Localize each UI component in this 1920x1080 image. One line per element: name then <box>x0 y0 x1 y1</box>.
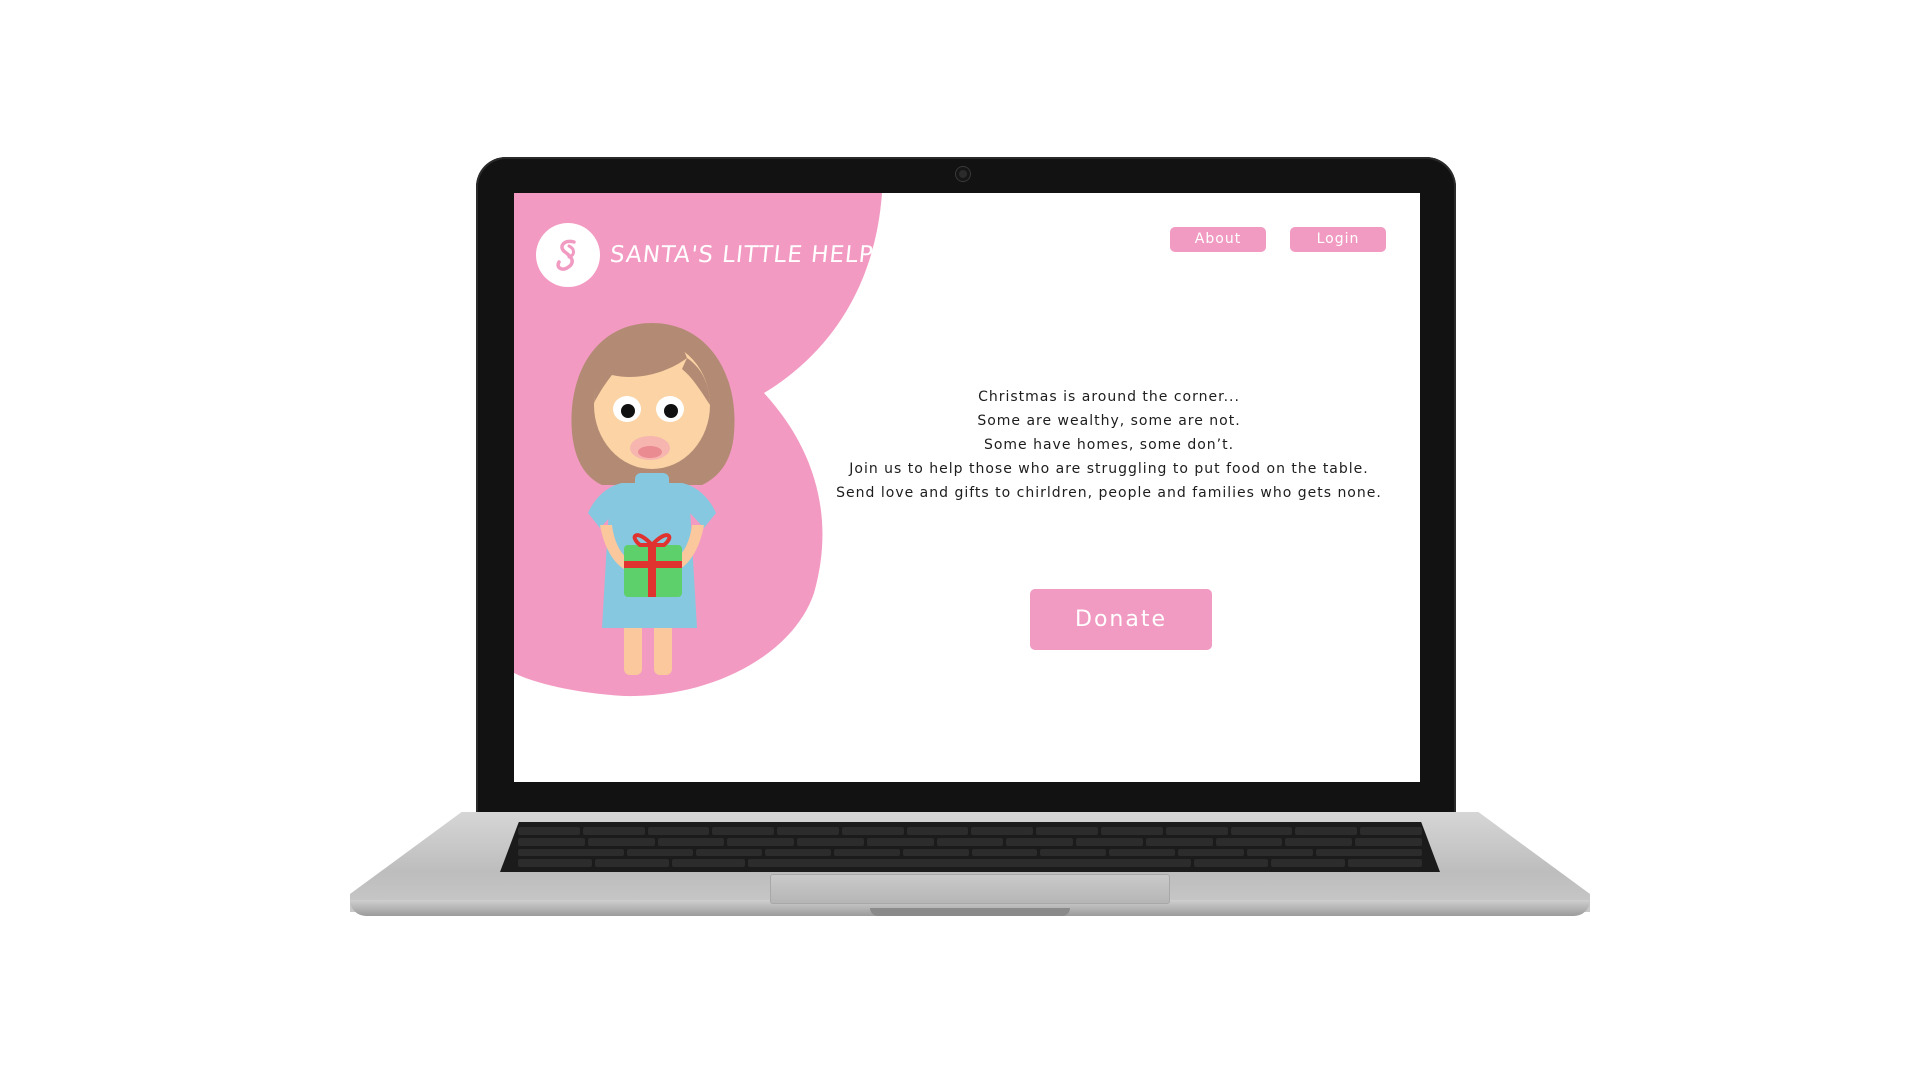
keyboard-row <box>518 848 1422 857</box>
trackpad <box>770 874 1170 904</box>
girl-with-gift-illustration <box>571 323 735 675</box>
santa-helper-logo-icon <box>536 223 600 287</box>
laptop-front-notch <box>870 908 1070 916</box>
webcam <box>956 167 970 181</box>
message-line: Christmas is around the corner... <box>978 389 1240 405</box>
laptop-screen: SANTA'S LITTLE HELPER About Login Christ… <box>514 193 1420 782</box>
top-nav: About Login <box>1170 227 1386 252</box>
message-line: Some have homes, some don’t. <box>983 437 1235 453</box>
donate-button[interactable]: Donate <box>1030 589 1212 650</box>
laptop-base <box>350 812 1590 920</box>
brand[interactable]: SANTA'S LITTLE HELPER <box>536 223 908 287</box>
message-line: Join us to help those who are struggling… <box>849 461 1369 477</box>
login-button[interactable]: Login <box>1290 227 1386 252</box>
about-button[interactable]: About <box>1170 227 1266 252</box>
message-line: Some are wealthy, some are not. <box>977 413 1241 429</box>
keyboard <box>500 822 1440 872</box>
keyboard-row <box>518 859 1422 867</box>
keyboard-row <box>518 837 1422 846</box>
mission-message: Christmas is around the corner... Some a… <box>824 385 1394 505</box>
keyboard-row <box>518 827 1422 835</box>
brand-name: SANTA'S LITTLE HELPER <box>608 242 908 268</box>
message-line: Send love and gifts to chirldren, people… <box>836 485 1382 501</box>
